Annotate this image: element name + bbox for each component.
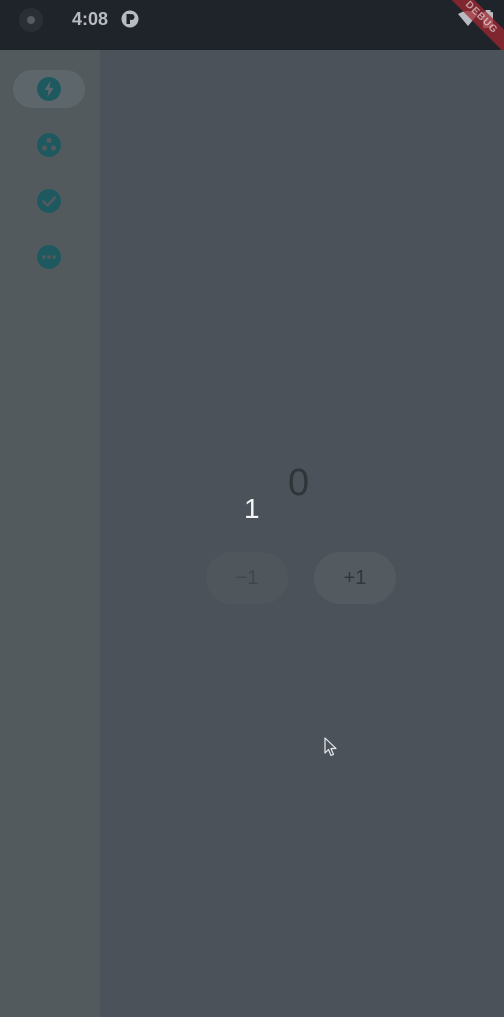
nav-item-bolt[interactable] (13, 70, 85, 108)
decrement-button[interactable]: −1 (206, 552, 288, 604)
secondary-value: 1 (244, 493, 260, 524)
status-bar: 4:08 DEBUG (0, 0, 504, 56)
counter-value: 0 (288, 462, 310, 504)
navigation-rail (0, 50, 100, 1017)
increment-button[interactable]: +1 (314, 552, 396, 604)
status-time: 4:08 (72, 9, 109, 29)
app-screen: 4:08 DEBUG 0 1 −1 +1 (0, 0, 504, 1017)
group-work-icon (37, 133, 61, 157)
mouse-cursor-icon (324, 737, 337, 757)
main-content (100, 50, 504, 1017)
bolt-icon (37, 77, 61, 101)
more-horiz-icon (37, 245, 61, 269)
notification-app-icon (121, 10, 139, 28)
nav-item-more[interactable] (13, 238, 85, 276)
nav-item-check[interactable] (13, 182, 85, 220)
check-circle-icon (37, 189, 61, 213)
camera-cutout-icon (19, 8, 43, 32)
nav-item-group[interactable] (13, 126, 85, 164)
